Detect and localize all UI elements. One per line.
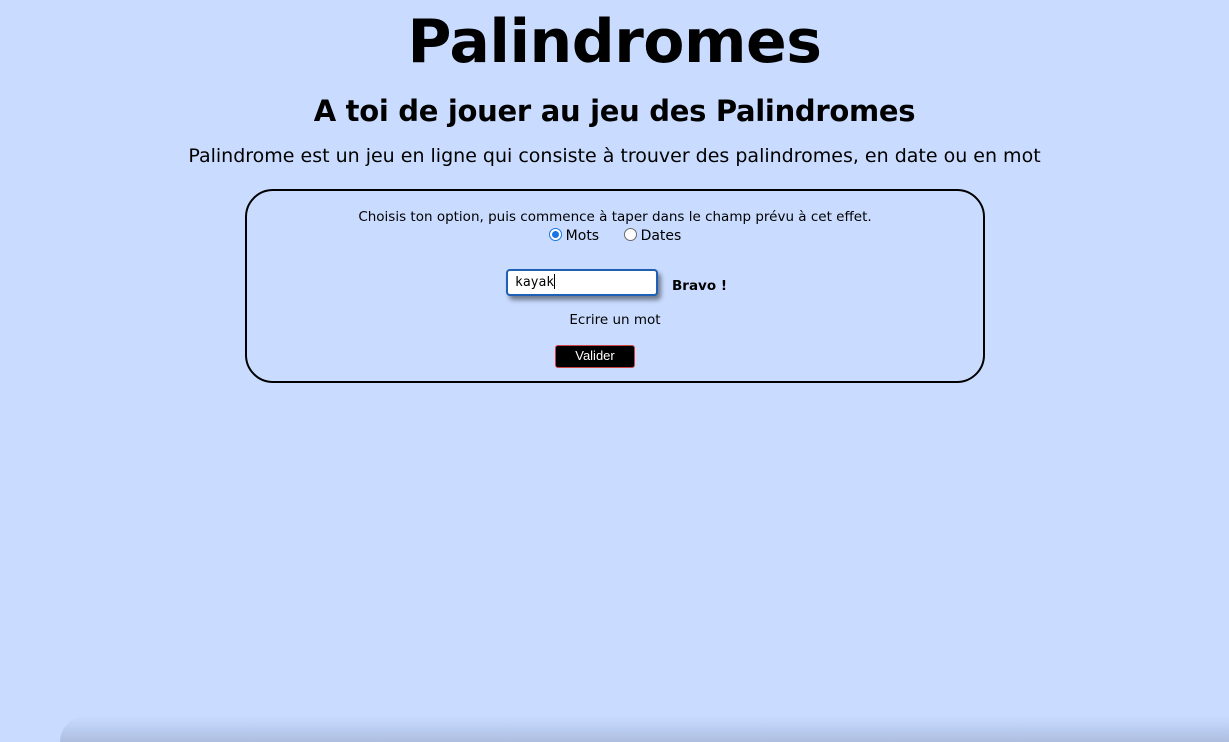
input-hint: Ecrire un mot: [569, 312, 661, 328]
page-subtitle: A toi de jouer au jeu des Palindromes: [313, 94, 916, 128]
word-input[interactable]: kayak: [506, 269, 658, 296]
option-group: Mots Dates: [247, 227, 983, 245]
radio-mots[interactable]: [548, 228, 562, 241]
option-mots[interactable]: Mots: [548, 227, 600, 245]
option-dates[interactable]: Dates: [623, 227, 682, 245]
option-mots-label: Mots: [565, 228, 600, 244]
window-edge-shadow: [60, 716, 1229, 742]
option-dates-label: Dates: [640, 228, 682, 244]
page-title: Palindromes: [407, 7, 822, 77]
validate-button[interactable]: Valider: [555, 345, 635, 368]
text-caret: [554, 274, 556, 289]
game-panel: Choisis ton option, puis commence à tape…: [245, 189, 985, 383]
radio-dates[interactable]: [623, 228, 637, 241]
intro-text: Palindrome est un jeu en ligne qui consi…: [188, 145, 1041, 167]
instructions-text: Choisis ton option, puis commence à tape…: [358, 209, 872, 225]
feedback-message: Bravo !: [672, 278, 727, 294]
page: Palindromes A toi de jouer au jeu des Pa…: [0, 0, 1229, 742]
word-input-value: kayak: [515, 275, 555, 290]
